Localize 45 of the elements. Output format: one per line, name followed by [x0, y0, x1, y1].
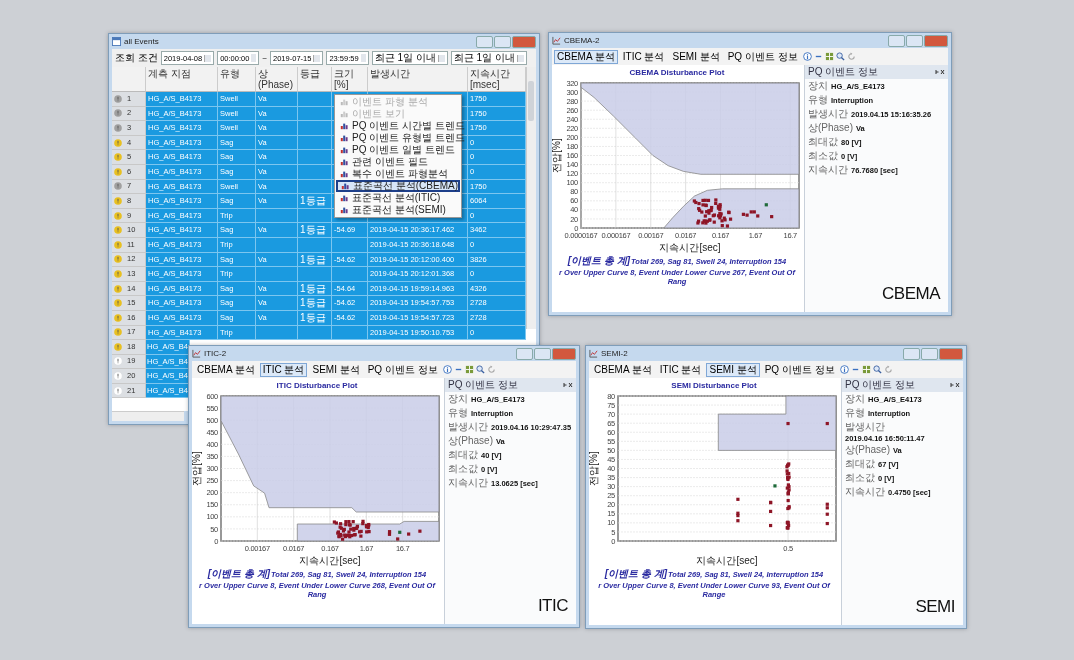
info-label: 발생시간 — [808, 107, 848, 121]
curve-name: SEMI — [915, 597, 955, 617]
info-label: 유형 — [808, 93, 828, 107]
info-label: 장치 — [808, 79, 828, 93]
info-label: 상(Phase) — [448, 434, 493, 448]
panel-title: PQ 이벤트 정보 — [448, 378, 518, 392]
curve-name: CBEMA — [882, 284, 940, 304]
info-label: 최대값 — [845, 457, 875, 471]
panel-title: PQ 이벤트 정보 — [808, 65, 878, 79]
info-label: 최대값 — [448, 448, 478, 462]
info-label: 유형 — [845, 406, 865, 420]
x-axis-label: 지속시간[sec] — [696, 555, 758, 566]
info-label: 장치 — [448, 392, 468, 406]
chart-title: CBEMA Disturbance Plot — [629, 68, 725, 77]
window-title: ITIC-2 — [204, 349, 227, 358]
info-label: 지속시간 — [448, 476, 488, 490]
summary-label: [이벤트 총 계] — [567, 254, 630, 268]
panel-title: PQ 이벤트 정보 — [845, 378, 915, 392]
chart-title: ITIC Disturbance Plot — [276, 381, 358, 390]
info-label: 최소값 — [808, 149, 838, 163]
chart-title: SEMI Disturbance Plot — [671, 381, 757, 390]
summary-label: [이벤트 총 계] — [604, 567, 667, 581]
window-title: SEMI-2 — [601, 349, 628, 358]
window-title: CBEMA-2 — [564, 36, 600, 45]
y-axis-label: 전압[%] — [589, 451, 599, 486]
summary-label: [이벤트 총 계] — [207, 567, 270, 581]
window-title: all Events — [124, 37, 159, 46]
query-label: 조회 조건 — [115, 51, 158, 65]
x-axis-label: 지속시간[sec] — [299, 555, 361, 566]
info-label: 최소값 — [448, 462, 478, 476]
curve-name: ITIC — [537, 596, 568, 616]
info-label: 장치 — [845, 392, 865, 406]
info-label: 최소값 — [845, 471, 875, 485]
info-label: 유형 — [448, 406, 468, 420]
y-axis-label: 전압[%] — [192, 451, 202, 486]
y-axis-label: 전압[%] — [552, 138, 562, 173]
info-label: 상(Phase) — [808, 121, 853, 135]
range-separator: ~ — [262, 53, 268, 63]
info-label: 지속시간 — [845, 485, 885, 499]
info-label: 상(Phase) — [845, 443, 890, 457]
x-axis-label: 지속시간[sec] — [659, 242, 721, 253]
info-label: 발생시간 — [845, 420, 885, 434]
info-label: 지속시간 — [808, 163, 848, 177]
info-label: 발생시간 — [448, 420, 488, 434]
info-label: 최대값 — [808, 135, 838, 149]
